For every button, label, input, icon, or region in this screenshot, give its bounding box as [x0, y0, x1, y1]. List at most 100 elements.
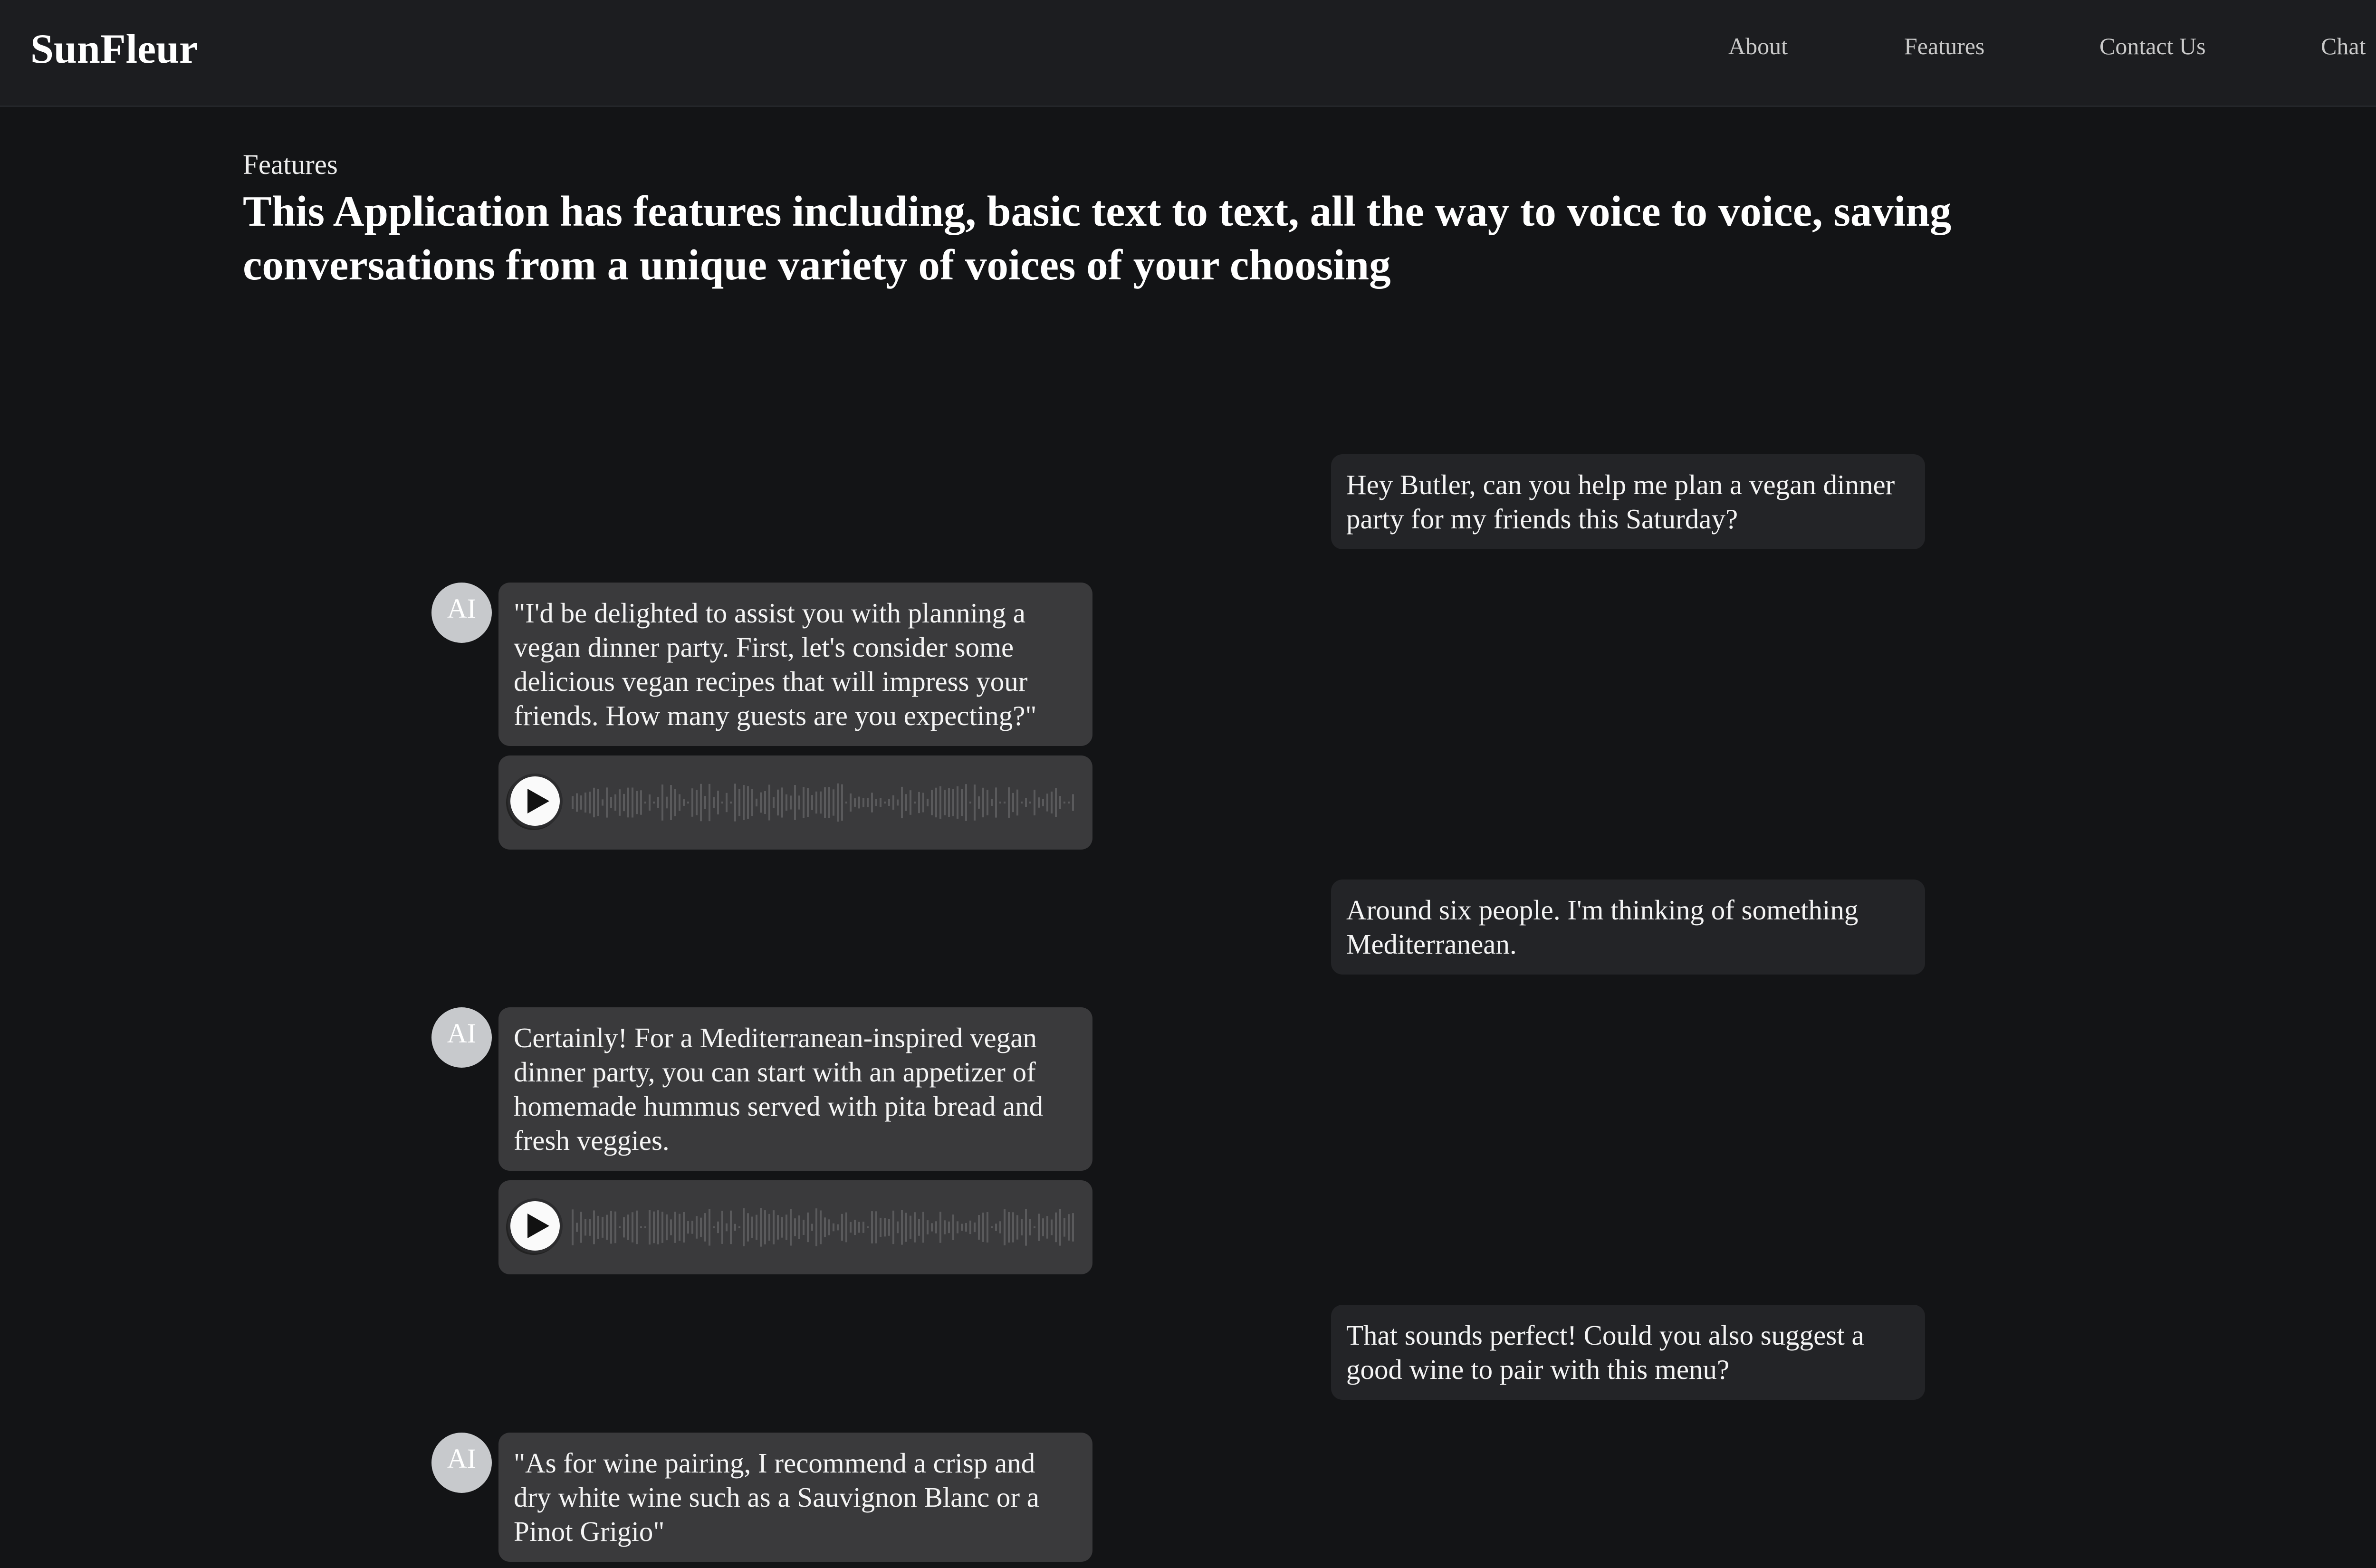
- waveform-bar: [999, 802, 1001, 803]
- waveform-bar: [726, 1223, 728, 1232]
- waveform-bar: [756, 1214, 757, 1240]
- waveform-bar: [957, 786, 958, 819]
- waveform-bar: [1025, 1209, 1027, 1246]
- waveform-bar: [794, 785, 796, 820]
- waveform-bar: [790, 1209, 792, 1246]
- waveform-bar: [1029, 802, 1031, 803]
- nav-features[interactable]: Features: [1904, 33, 1984, 59]
- waveform-bar: [700, 1217, 702, 1237]
- waveform-bar: [576, 793, 578, 812]
- waveform-bar: [683, 1212, 685, 1243]
- user-message: Around six people. I'm thinking of somet…: [1331, 880, 1925, 975]
- waveform-bar: [653, 1211, 655, 1243]
- waveform-bar: [952, 789, 954, 816]
- play-button[interactable]: [508, 774, 563, 829]
- waveform-icon[interactable]: [570, 1201, 1078, 1253]
- waveform-bar: [704, 1213, 706, 1242]
- waveform-bar: [944, 1220, 946, 1234]
- waveform-bar: [995, 787, 997, 818]
- waveform-bar: [862, 798, 864, 807]
- waveform-bar: [982, 787, 984, 818]
- page: SunFleur About Features Contact Us Chat …: [0, 0, 2376, 1568]
- waveform-icon[interactable]: [570, 776, 1078, 829]
- waveform-bar: [987, 790, 988, 815]
- waveform-bar: [661, 784, 663, 821]
- waveform-bar: [880, 1217, 881, 1237]
- waveform-bar: [798, 795, 800, 810]
- waveform-bar: [670, 1219, 672, 1235]
- waveform-bar: [833, 789, 834, 816]
- waveform-bar: [1055, 788, 1057, 817]
- waveform-bar: [1051, 791, 1053, 814]
- waveform-bar: [884, 802, 886, 803]
- waveform-bar: [721, 1211, 723, 1244]
- waveform-bar: [965, 784, 967, 821]
- waveform-bar: [884, 1218, 886, 1237]
- waveform-bar: [824, 787, 826, 818]
- waveform-bar: [1068, 802, 1070, 803]
- waveform-bar: [773, 797, 775, 808]
- waveform-bar: [948, 1221, 950, 1233]
- ai-avatar: AI: [431, 1433, 492, 1493]
- waveform-bar: [858, 1222, 860, 1233]
- waveform-bar: [657, 796, 659, 809]
- waveform-bar: [978, 796, 980, 809]
- waveform-bar: [1016, 789, 1018, 816]
- user-message: That sounds perfect! Could you also sugg…: [1331, 1305, 1925, 1400]
- waveform-bar: [798, 1215, 800, 1240]
- waveform-bar: [713, 797, 715, 808]
- waveform-bar: [777, 789, 779, 816]
- waveform-bar: [803, 787, 805, 818]
- waveform-bar: [892, 795, 894, 810]
- waveform-bar: [602, 799, 604, 806]
- nav-about[interactable]: About: [1728, 33, 1788, 59]
- waveform-bar: [862, 1222, 864, 1233]
- waveform-bar: [858, 796, 860, 809]
- waveform-bar: [850, 793, 852, 812]
- waveform-bar: [1038, 797, 1040, 808]
- waveform-bar: [589, 792, 591, 813]
- waveform-bar: [841, 1214, 843, 1241]
- waveform-bar: [807, 788, 809, 817]
- waveform-bar: [670, 785, 672, 820]
- waveform-bar: [974, 1222, 976, 1233]
- waveform-bar: [632, 1212, 633, 1243]
- waveform-bar: [833, 1223, 834, 1232]
- waveform-bar: [760, 1208, 762, 1247]
- waveform-bar: [704, 796, 706, 809]
- waveform-bar: [867, 798, 869, 807]
- waveform-bar: [1051, 1219, 1053, 1235]
- waveform-bar: [593, 787, 595, 818]
- waveform-bar: [1012, 1212, 1014, 1243]
- waveform-bar: [935, 1221, 937, 1233]
- waveform-bar: [850, 1222, 852, 1233]
- waveform-bar: [623, 794, 625, 812]
- waveform-bar: [845, 802, 847, 803]
- waveform-bar: [666, 1214, 668, 1241]
- waveform-bar: [623, 1217, 625, 1238]
- waveform-bar: [644, 1226, 646, 1228]
- waveform-bar: [768, 1214, 770, 1241]
- nav-chat[interactable]: Chat: [2321, 33, 2366, 59]
- nav-contact-us[interactable]: Contact Us: [2099, 33, 2206, 59]
- waveform-bar: [837, 783, 839, 822]
- waveform-bar: [1008, 787, 1010, 818]
- ai-message: "As for wine pairing, I recommend a cris…: [498, 1433, 1092, 1562]
- waveform-bar: [939, 1212, 941, 1243]
- top-navbar: SunFleur About Features Contact Us Chat: [0, 0, 2376, 107]
- waveform-bar: [871, 793, 873, 813]
- waveform-bar: [871, 1211, 873, 1243]
- waveform-bar: [614, 794, 616, 811]
- waveform-bar: [1034, 789, 1035, 816]
- waveform-bar: [1068, 1214, 1070, 1241]
- waveform-bar: [730, 1210, 732, 1244]
- waveform-bar: [589, 1219, 591, 1236]
- brand-logo[interactable]: SunFleur: [30, 26, 198, 73]
- waveform-bar: [901, 786, 903, 819]
- waveform-bar: [914, 1212, 916, 1243]
- play-button[interactable]: [508, 1198, 563, 1253]
- waveform-bar: [679, 1214, 680, 1241]
- waveform-bar: [610, 797, 612, 808]
- waveform-bar: [1042, 1218, 1044, 1236]
- waveform-bar: [760, 792, 762, 813]
